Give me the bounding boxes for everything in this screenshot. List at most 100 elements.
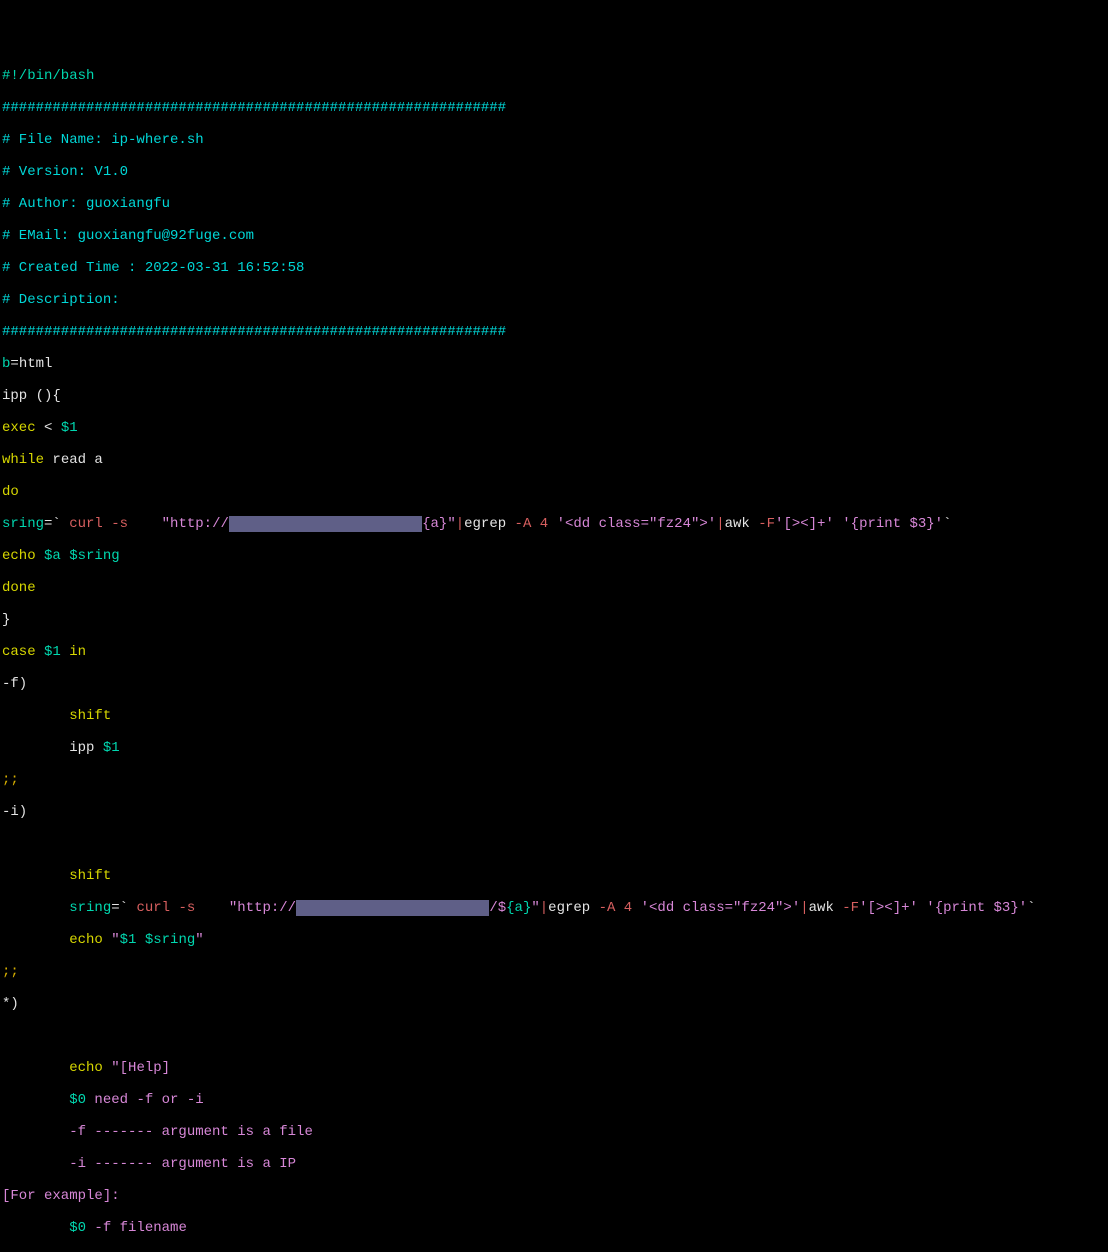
header-version: # Version: V1.0 (2, 164, 1108, 180)
dsemi: ;; (2, 772, 19, 788)
example-f: $0 -f filename (2, 1220, 1108, 1236)
echo-line-2: echo "$1 $sring" (2, 932, 1108, 948)
shift: shift (69, 868, 111, 884)
d0: $0 (69, 1092, 86, 1108)
keyword: do (2, 484, 19, 500)
code-text: # Description: (2, 292, 120, 308)
indent (2, 708, 69, 724)
help-echo: echo "[Help] (2, 1060, 1108, 1076)
egrep: egrep (548, 900, 590, 916)
txt: -f filename (86, 1220, 187, 1236)
shebang-line: #!/bin/bash (2, 68, 1108, 84)
header-created: # Created Time : 2022-03-31 16:52:58 (2, 260, 1108, 276)
awk: awk (725, 516, 750, 532)
header-email: # EMail: guoxiangfu@92fuge.com (2, 228, 1108, 244)
echo: echo (2, 548, 36, 564)
done-line: done (2, 580, 1108, 596)
case-i: -i) (2, 804, 1108, 820)
regex: '<dd class="fz24">' (557, 516, 717, 532)
ipp-call: ipp $1 (2, 740, 1108, 756)
sring-assign-1: sring=` curl -s "http:// {a}"|egrep -A 4… (2, 516, 1108, 532)
help-i: -i ------- argument is a IP (2, 1156, 1108, 1172)
need-line: $0 need -f or -i (2, 1092, 1108, 1108)
code-text: # Created Time : 2022-03-31 16:52:58 (2, 260, 304, 276)
bt: ` (1027, 900, 1035, 916)
vars: $1 $sring (120, 932, 196, 948)
q: " (531, 900, 539, 916)
qo: " (103, 932, 120, 948)
awkF: -F (750, 516, 775, 532)
code-text: ########################################… (2, 324, 506, 340)
example-hdr: [For example]: (2, 1188, 1108, 1204)
awk-delim: '[><]+' (859, 900, 918, 916)
code-text: ########################################… (2, 100, 506, 116)
blank (2, 836, 1108, 852)
var: $1 (61, 420, 78, 436)
url-suf: {a}" (422, 516, 456, 532)
txt: [For example]: (2, 1188, 120, 1204)
regex: '<dd class="fz24">' (641, 900, 801, 916)
code-text: #!/bin/bash (2, 68, 94, 84)
op: < (36, 420, 61, 436)
help-f: -f ------- argument is a file (2, 1124, 1108, 1140)
a: a (86, 452, 103, 468)
pipe: | (716, 516, 724, 532)
url-pre: "http:// (162, 516, 229, 532)
case-pat: *) (2, 996, 19, 1012)
a-var: $a (36, 548, 61, 564)
code-text: # File Name: ip-where.sh (2, 132, 204, 148)
shift-1: shift (2, 708, 1108, 724)
echo: echo (69, 1060, 103, 1076)
egrep-args: -A 4 (506, 516, 556, 532)
code-text: # EMail: guoxiangfu@92fuge.com (2, 228, 254, 244)
egrep: egrep (464, 516, 506, 532)
exec-line: exec < $1 (2, 420, 1108, 436)
awk-delim: '[><]+' (775, 516, 834, 532)
var-name: sring (2, 516, 44, 532)
txt: -i ------- argument is a IP (2, 1156, 296, 1172)
bt: ` (943, 516, 951, 532)
url-pre: "http:// (229, 900, 296, 916)
dsemi-2: ;; (2, 964, 1108, 980)
case-f: -f) (2, 676, 1108, 692)
sp (36, 644, 44, 660)
case-star: *) (2, 996, 1108, 1012)
sring-assign-2: sring=` curl -s "http:// /${a}"|egrep -A… (2, 900, 1108, 916)
case: case (2, 644, 36, 660)
d1: $1 (103, 740, 120, 756)
code-text: ipp (){ (2, 388, 61, 404)
while-line: while read a (2, 452, 1108, 468)
code-text: # Version: V1.0 (2, 164, 128, 180)
case-pat: -i) (2, 804, 27, 820)
var-assign-b: b=html (2, 356, 1108, 372)
shift-2: shift (2, 868, 1108, 884)
separator-line-2: ########################################… (2, 324, 1108, 340)
header-author: # Author: guoxiangfu (2, 196, 1108, 212)
keyword: exec (2, 420, 36, 436)
egrep-args: -A 4 (590, 900, 640, 916)
indent (2, 1220, 69, 1236)
help: "[Help] (111, 1060, 170, 1076)
indent (2, 900, 69, 916)
equals: = (10, 356, 18, 372)
d0: $0 (69, 1220, 86, 1236)
indent (2, 868, 69, 884)
keyword: while (2, 452, 44, 468)
brace-a: {a} (506, 900, 531, 916)
dsemi-1: ;; (2, 772, 1108, 788)
separator-line: ########################################… (2, 100, 1108, 116)
awk-prog: '{print $3}' (918, 900, 1027, 916)
read: read (44, 452, 86, 468)
curl: curl -s (61, 516, 162, 532)
func-decl: ipp (){ (2, 388, 1108, 404)
d1: $1 (44, 644, 61, 660)
censored-url (296, 900, 489, 916)
do-line: do (2, 484, 1108, 500)
txt: -f ------- argument is a file (2, 1124, 313, 1140)
eqbt: =` (44, 516, 61, 532)
header-desc: # Description: (2, 292, 1108, 308)
value: html (19, 356, 53, 372)
pipe: | (456, 516, 464, 532)
header-file: # File Name: ip-where.sh (2, 132, 1108, 148)
awkF: -F (834, 900, 859, 916)
